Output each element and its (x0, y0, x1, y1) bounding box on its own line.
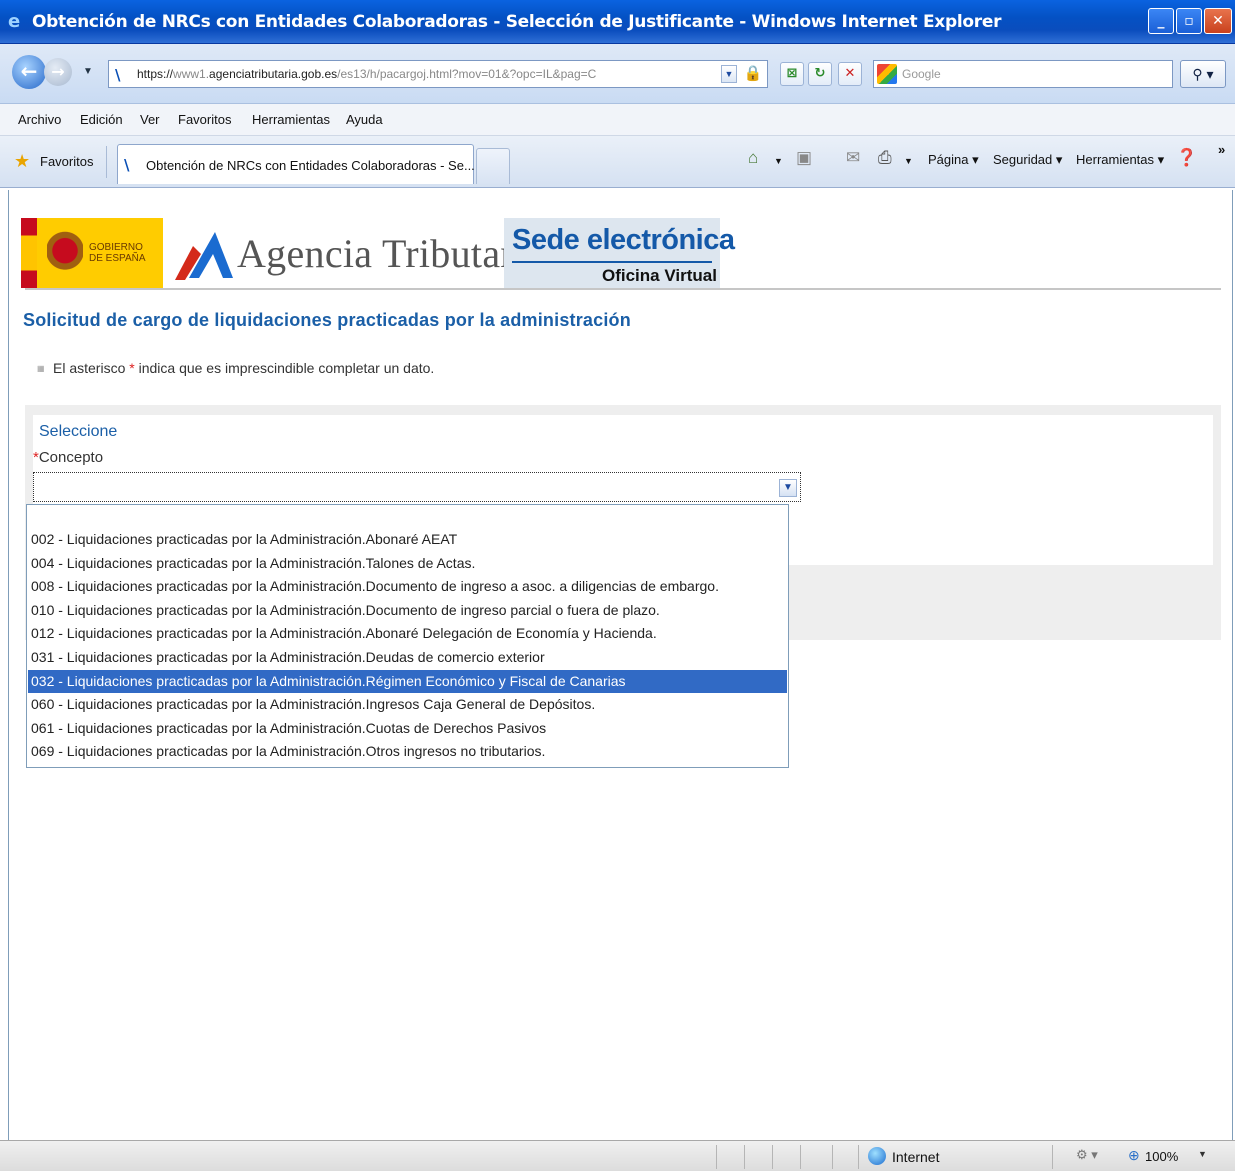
more-chevron-icon[interactable]: » (1218, 142, 1225, 157)
concept-label: *Concepto (33, 449, 104, 466)
address-toolbar: ← → ▼ \ https://www1.agenciatributaria.g… (0, 44, 1235, 104)
compatibility-view-icon[interactable]: ⊠ (780, 62, 804, 86)
gobierno-label: GOBIERNO (89, 242, 143, 253)
search-box[interactable]: Google (873, 60, 1173, 88)
menu-ver[interactable]: Ver (140, 112, 160, 127)
required-note: ▦ El asterisco * indica que es imprescin… (37, 360, 435, 376)
agency-name[interactable]: Agencia Tributaria (237, 230, 543, 277)
concept-select[interactable]: ▼ (33, 472, 801, 502)
dropdown-option[interactable]: 010 - Liquidaciones practicadas por la A… (28, 599, 787, 622)
bullet-icon: ▦ (37, 364, 45, 373)
menu-archivo[interactable]: Archivo (18, 112, 61, 127)
search-button[interactable]: ⚲ ▾ (1180, 60, 1226, 88)
dropdown-option[interactable]: 061 - Liquidaciones practicadas por la A… (28, 717, 787, 740)
dropdown-option[interactable]: 031 - Liquidaciones practicadas por la A… (28, 646, 787, 669)
menu-edicion[interactable]: Edición (80, 112, 123, 127)
coat-of-arms-icon (47, 230, 83, 276)
print-icon[interactable]: ⎙ (878, 148, 892, 168)
zoom-dropdown-icon[interactable]: ▼ (1198, 1149, 1207, 1159)
lock-icon[interactable]: 🔒 (743, 64, 763, 84)
tab-label: Obtención de NRCs con Entidades Colabora… (146, 158, 475, 173)
menu-favoritos[interactable]: Favoritos (178, 112, 231, 127)
status-bar: Internet ⚙ ▾ ⊕ 100% ▼ (0, 1140, 1235, 1171)
address-bar[interactable]: \ https://www1.agenciatributaria.gob.es/… (108, 60, 768, 88)
back-button[interactable]: ← (12, 55, 46, 89)
help-icon[interactable]: ❓ (1176, 148, 1197, 168)
mail-icon[interactable]: ✉ (846, 148, 860, 168)
stop-icon[interactable]: ✕ (838, 62, 862, 86)
sede-title: Sede electrónica (512, 224, 735, 256)
tools-menu[interactable]: Herramientas ▾ (1076, 152, 1164, 168)
gobierno-logo[interactable]: GOBIERNO DE ESPAÑA (21, 218, 163, 288)
menu-ayuda[interactable]: Ayuda (346, 112, 383, 127)
zoom-icon[interactable]: ⊕ (1128, 1147, 1140, 1164)
aeat-logo-icon[interactable] (171, 218, 239, 288)
favorites-bar: ★ Favoritos \ Obtención de NRCs con Enti… (0, 136, 1235, 188)
favorites-star-icon[interactable]: ★ (14, 151, 30, 172)
print-dropdown-icon[interactable]: ▼ (904, 156, 913, 166)
chevron-down-icon[interactable]: ▼ (779, 479, 797, 497)
new-tab-button[interactable] (476, 148, 510, 184)
oficina-virtual-label: Oficina Virtual (602, 266, 717, 285)
dropdown-option[interactable]: 002 - Liquidaciones practicadas por la A… (28, 528, 787, 551)
google-logo-icon (877, 64, 897, 84)
internet-zone-icon (868, 1147, 886, 1165)
feeds-icon[interactable]: ▣ (796, 148, 812, 168)
menu-bar: Archivo Edición Ver Favoritos Herramient… (0, 104, 1235, 136)
menu-herramientas[interactable]: Herramientas (252, 112, 330, 127)
home-dropdown-icon[interactable]: ▼ (774, 156, 783, 166)
espana-label: DE ESPAÑA (89, 253, 146, 264)
minimize-button[interactable]: _ (1148, 8, 1174, 34)
favorites-button[interactable]: Favoritos (40, 154, 93, 169)
divider (106, 146, 107, 178)
window-title-bar[interactable]: e Obtención de NRCs con Entidades Colabo… (0, 0, 1235, 44)
dropdown-option[interactable]: 012 - Liquidaciones practicadas por la A… (28, 622, 787, 645)
address-dropdown-icon[interactable]: ▼ (721, 65, 737, 83)
search-placeholder: Google (902, 67, 941, 81)
ie-logo-icon: e (8, 11, 21, 32)
divider (512, 261, 712, 263)
zoom-level[interactable]: 100% (1145, 1149, 1178, 1164)
home-icon[interactable]: ⌂ (748, 148, 758, 168)
history-dropdown-icon[interactable]: ▼ (83, 66, 93, 77)
dropdown-option[interactable]: 004 - Liquidaciones practicadas por la A… (28, 552, 787, 575)
browser-tab[interactable]: \ Obtención de NRCs con Entidades Colabo… (117, 144, 475, 184)
concept-dropdown-list[interactable]: 002 - Liquidaciones practicadas por la A… (26, 504, 789, 768)
dropdown-option[interactable]: 008 - Liquidaciones practicadas por la A… (28, 575, 787, 598)
protected-mode-icon[interactable]: ⚙ ▾ (1076, 1147, 1098, 1163)
sede-electronica-banner[interactable]: Sede electrónica Oficina Virtual (504, 218, 735, 288)
address-url[interactable]: https://www1.agenciatributaria.gob.es/es… (137, 67, 596, 81)
security-menu[interactable]: Seguridad ▾ (993, 152, 1062, 168)
section-title: Seleccione (39, 423, 118, 440)
divider (25, 288, 1221, 290)
tab-favicon-icon: \ (124, 156, 130, 174)
forward-button[interactable]: → (44, 58, 72, 86)
security-zone-label: Internet (892, 1149, 940, 1165)
dropdown-option[interactable]: 060 - Liquidaciones practicadas por la A… (28, 693, 787, 716)
dropdown-option[interactable]: 032 - Liquidaciones practicadas por la A… (28, 669, 787, 693)
spain-flag-icon (21, 218, 37, 288)
page-menu[interactable]: Página ▾ (928, 152, 979, 168)
dropdown-option[interactable]: 069 - Liquidaciones practicadas por la A… (28, 740, 787, 763)
maximize-button[interactable]: ▫ (1176, 8, 1202, 34)
close-button[interactable]: ✕ (1204, 8, 1232, 34)
aeat-favicon-icon: \ (115, 66, 121, 84)
refresh-icon[interactable]: ↻ (808, 62, 832, 86)
page-title: Solicitud de cargo de liquidaciones prac… (23, 310, 631, 330)
window-title: Obtención de NRCs con Entidades Colabora… (32, 12, 1002, 32)
